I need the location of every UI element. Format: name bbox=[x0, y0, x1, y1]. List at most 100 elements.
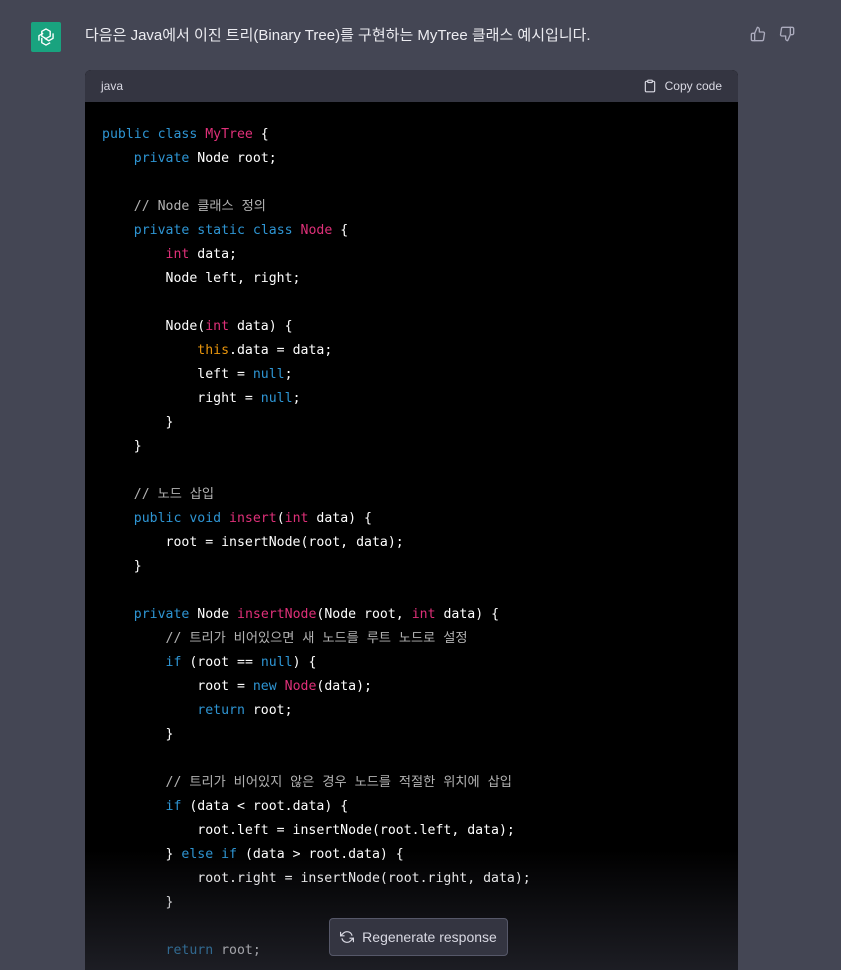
code-token: (data); bbox=[316, 679, 372, 694]
code-token: data; bbox=[189, 247, 237, 262]
code-token: int bbox=[165, 247, 190, 262]
code-token: new bbox=[252, 679, 285, 694]
code-token: left = bbox=[102, 367, 253, 382]
code-line: private Node insertNode(Node root, int d… bbox=[102, 603, 721, 627]
code-token: class bbox=[252, 223, 301, 238]
code-token: Node left, right; bbox=[102, 271, 301, 286]
code-token: data) { bbox=[308, 511, 372, 526]
code-token: { bbox=[332, 223, 349, 238]
code-token: root; bbox=[244, 703, 293, 718]
code-token: } bbox=[102, 559, 142, 574]
code-line: return root; bbox=[102, 699, 721, 723]
code-token: // Node 클래스 정의 bbox=[133, 199, 266, 214]
code-language-label: java bbox=[101, 79, 124, 93]
regenerate-label: Regenerate response bbox=[362, 929, 497, 945]
code-line: } else if (data > root.data) { bbox=[102, 843, 721, 867]
thumbs-up-icon bbox=[750, 26, 766, 42]
code-line: } bbox=[102, 555, 721, 579]
code-token: } bbox=[102, 847, 182, 862]
code-token: int bbox=[284, 511, 309, 526]
code-line: root.left = insertNode(root.left, data); bbox=[102, 819, 721, 843]
code-token: // 트리가 비어있지 않은 경우 노드를 적절한 위치에 삽입 bbox=[165, 775, 512, 790]
code-line: } bbox=[102, 435, 721, 459]
code-line: if (data < root.data) { bbox=[102, 795, 721, 819]
code-line: this.data = data; bbox=[102, 339, 721, 363]
code-token: null bbox=[260, 391, 293, 406]
code-token: if bbox=[221, 847, 237, 862]
code-token: (Node root, bbox=[316, 607, 412, 622]
code-token: null bbox=[260, 655, 293, 670]
code-token: this bbox=[197, 343, 230, 358]
code-token: ( bbox=[276, 511, 285, 526]
code-line: public void insert(int data) { bbox=[102, 507, 721, 531]
code-token: public bbox=[133, 511, 190, 526]
code-line: // Node 클래스 정의 bbox=[102, 195, 721, 219]
code-token: // 트리가 비어있으면 새 노드를 루트 노드로 설정 bbox=[165, 631, 468, 646]
code-token: public bbox=[102, 127, 158, 142]
code-line: Node left, right; bbox=[102, 267, 721, 291]
code-token: (data < root.data) { bbox=[181, 799, 349, 814]
code-token: Node bbox=[197, 607, 237, 622]
clipboard-icon bbox=[644, 79, 655, 93]
code-token: else bbox=[181, 847, 222, 862]
code-token: // 노드 삽입 bbox=[133, 487, 215, 502]
code-token: } bbox=[102, 439, 142, 454]
code-line: Node(int data) { bbox=[102, 315, 721, 339]
code-token: Node bbox=[300, 223, 333, 238]
code-token: insertNode bbox=[237, 607, 317, 622]
code-token: Node bbox=[284, 679, 317, 694]
code-token: int bbox=[411, 607, 436, 622]
code-line: // 노드 삽입 bbox=[102, 483, 721, 507]
code-token: (data > root.data) { bbox=[237, 847, 404, 862]
code-token: root = insertNode(root, data); bbox=[102, 535, 404, 550]
thumbs-down-icon bbox=[779, 26, 795, 42]
code-line: root = new Node(data); bbox=[102, 675, 721, 699]
code-line: } bbox=[102, 411, 721, 435]
code-token: private bbox=[133, 607, 198, 622]
regenerate-response-button[interactable]: Regenerate response bbox=[329, 918, 508, 956]
code-token: int bbox=[205, 319, 230, 334]
code-block: java Copy code public class MyTree { pri… bbox=[85, 70, 738, 970]
code-token: root.right = insertNode(root.right, data… bbox=[102, 871, 531, 886]
copy-code-label: Copy code bbox=[664, 79, 722, 93]
code-token: data) { bbox=[229, 319, 293, 334]
openai-logo-icon bbox=[38, 28, 54, 46]
code-token: root.left = insertNode(root.left, data); bbox=[102, 823, 515, 838]
code-line: left = null; bbox=[102, 363, 721, 387]
code-token: if bbox=[165, 799, 182, 814]
code-token: root; bbox=[213, 943, 261, 958]
code-line: right = null; bbox=[102, 387, 721, 411]
code-line: } bbox=[102, 891, 721, 915]
code-token: root = bbox=[102, 679, 253, 694]
thumbs-up-button[interactable] bbox=[750, 26, 766, 47]
code-token: } bbox=[102, 727, 174, 742]
code-token: private bbox=[133, 151, 198, 166]
code-line: public class MyTree { bbox=[102, 123, 721, 147]
code-line: } bbox=[102, 723, 721, 747]
code-line: private static class Node { bbox=[102, 219, 721, 243]
code-token: insert bbox=[229, 511, 277, 526]
code-token: ; bbox=[292, 391, 301, 406]
code-header: java Copy code bbox=[85, 70, 738, 102]
code-token: } bbox=[102, 895, 174, 910]
thumbs-down-button[interactable] bbox=[779, 26, 795, 47]
code-line: // 트리가 비어있으면 새 노드를 루트 노드로 설정 bbox=[102, 627, 721, 651]
code-token: (root == bbox=[181, 655, 261, 670]
copy-code-button[interactable]: Copy code bbox=[643, 78, 722, 94]
code-token: return bbox=[165, 943, 214, 958]
assistant-message: 다음은 Java에서 이진 트리(Binary Tree)를 구현하는 MyTr… bbox=[85, 27, 591, 44]
